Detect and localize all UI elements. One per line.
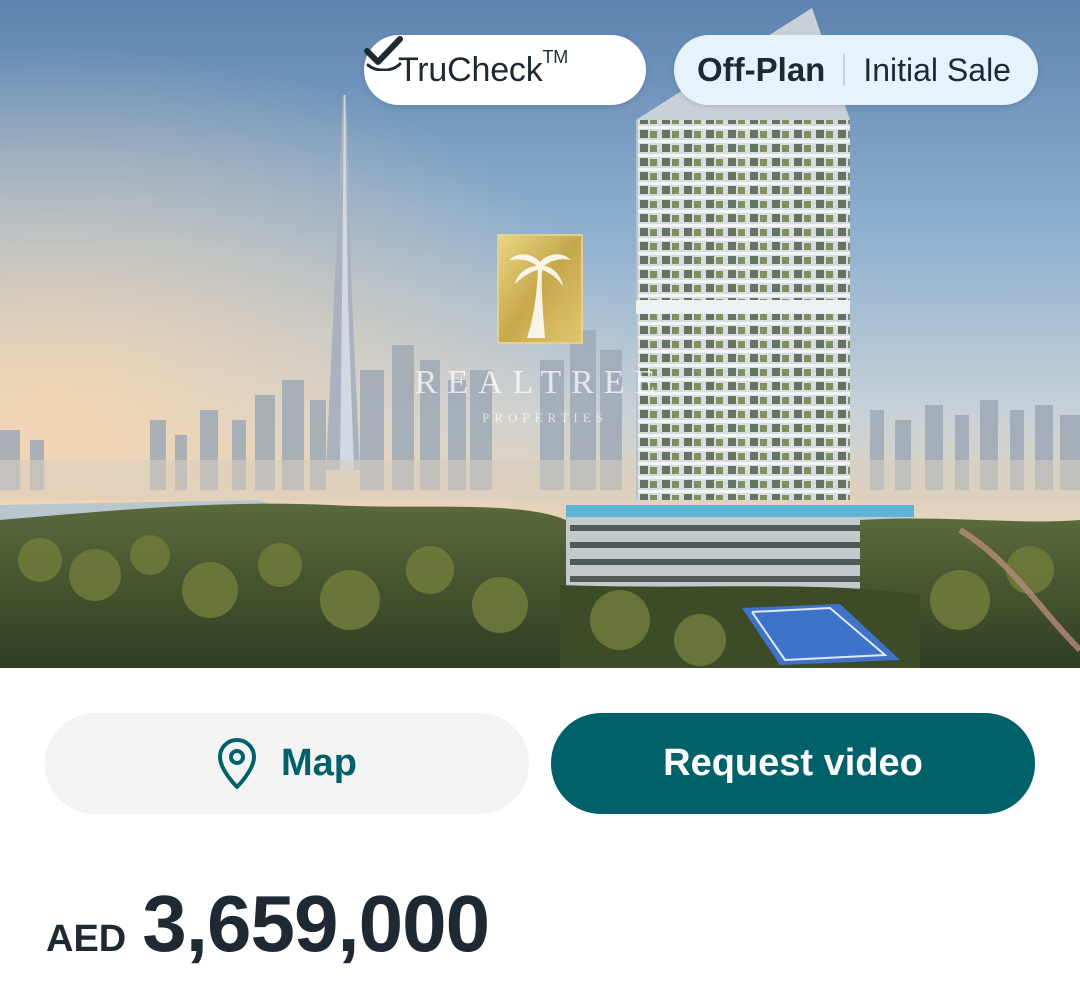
- check-badge-icon: [364, 36, 403, 71]
- price: AED 3,659,000: [46, 878, 490, 970]
- map-button-label: Map: [281, 742, 357, 784]
- agency-watermark: REALTREE PROPERTIES: [410, 234, 670, 434]
- request-video-label: Request video: [663, 742, 923, 784]
- price-currency: AED: [46, 918, 127, 960]
- property-photo[interactable]: REALTREE PROPERTIES TruCheckTM Off-Plan …: [0, 0, 1080, 668]
- map-button[interactable]: Map: [45, 713, 529, 814]
- watermark-name: REALTREE: [414, 364, 666, 401]
- request-video-button[interactable]: Request video: [551, 713, 1035, 814]
- status-secondary: Initial Sale: [863, 51, 1011, 88]
- status-primary: Off-Plan: [697, 51, 826, 88]
- palm-tree-logo: [497, 234, 583, 344]
- trucheck-label: TruCheckTM: [398, 46, 569, 89]
- watermark-subtitle: PROPERTIES: [482, 410, 608, 425]
- price-amount: 3,659,000: [142, 879, 490, 968]
- location-pin-icon: [217, 737, 257, 791]
- status-divider: [843, 54, 846, 86]
- trucheck-badge[interactable]: TruCheckTM: [364, 35, 646, 105]
- trademark-symbol: TM: [542, 46, 569, 67]
- completion-status-badge: Off-Plan Initial Sale: [674, 35, 1038, 105]
